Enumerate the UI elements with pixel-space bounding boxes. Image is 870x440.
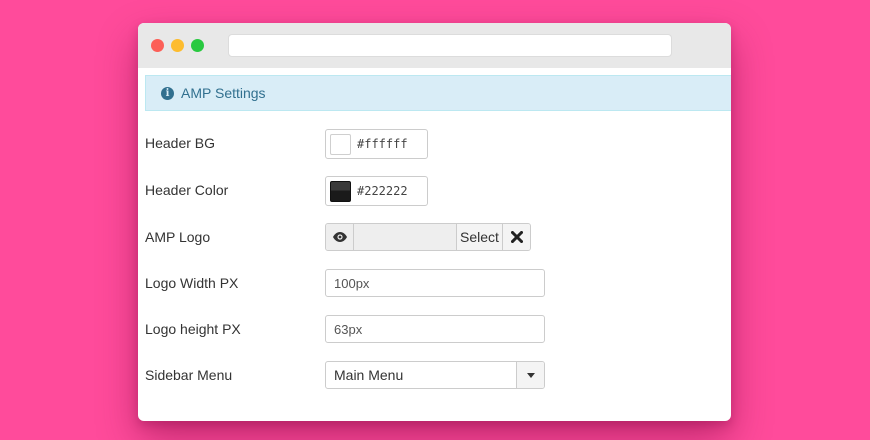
amp-logo-media-field: Select: [325, 223, 531, 251]
logo-width-label: Logo Width PX: [145, 275, 239, 291]
header-bg-swatch[interactable]: [330, 133, 351, 155]
preview-button[interactable]: [326, 224, 354, 250]
amp-settings-alert: i AMP Settings: [145, 75, 731, 111]
logo-height-input[interactable]: 63px: [325, 315, 545, 343]
amp-logo-label: AMP Logo: [145, 229, 211, 245]
alert-text: AMP Settings: [181, 85, 266, 101]
select-button[interactable]: Select: [457, 224, 503, 250]
header-color-swatch[interactable]: [330, 180, 351, 202]
window-titlebar: [138, 23, 731, 68]
address-bar[interactable]: [228, 34, 672, 57]
browser-window: i AMP Settings Header BG #ffffff Header …: [138, 23, 731, 421]
minimize-window-button[interactable]: [171, 39, 184, 52]
close-icon: [510, 231, 523, 243]
header-color-label: Header Color: [145, 182, 229, 198]
sidebar-menu-value: Main Menu: [334, 367, 404, 383]
sidebar-menu-label: Sidebar Menu: [145, 367, 233, 383]
header-color-color-field[interactable]: #222222: [325, 176, 428, 206]
sidebar-menu-select[interactable]: Main Menu: [325, 361, 545, 389]
logo-preview-area: [354, 224, 457, 250]
caret-down-icon: [526, 372, 535, 378]
eye-icon: [332, 232, 347, 242]
dropdown-toggle[interactable]: [516, 362, 544, 388]
maximize-window-button[interactable]: [191, 39, 204, 52]
info-icon: i: [161, 86, 174, 100]
header-bg-color-field[interactable]: #ffffff: [325, 129, 428, 159]
header-color-value: #222222: [357, 184, 408, 198]
header-bg-value: #ffffff: [357, 137, 408, 151]
clear-button[interactable]: [503, 224, 530, 250]
logo-width-input[interactable]: 100px: [325, 269, 545, 297]
header-bg-label: Header BG: [145, 135, 216, 151]
close-window-button[interactable]: [151, 39, 164, 52]
logo-height-label: Logo height PX: [145, 321, 241, 337]
